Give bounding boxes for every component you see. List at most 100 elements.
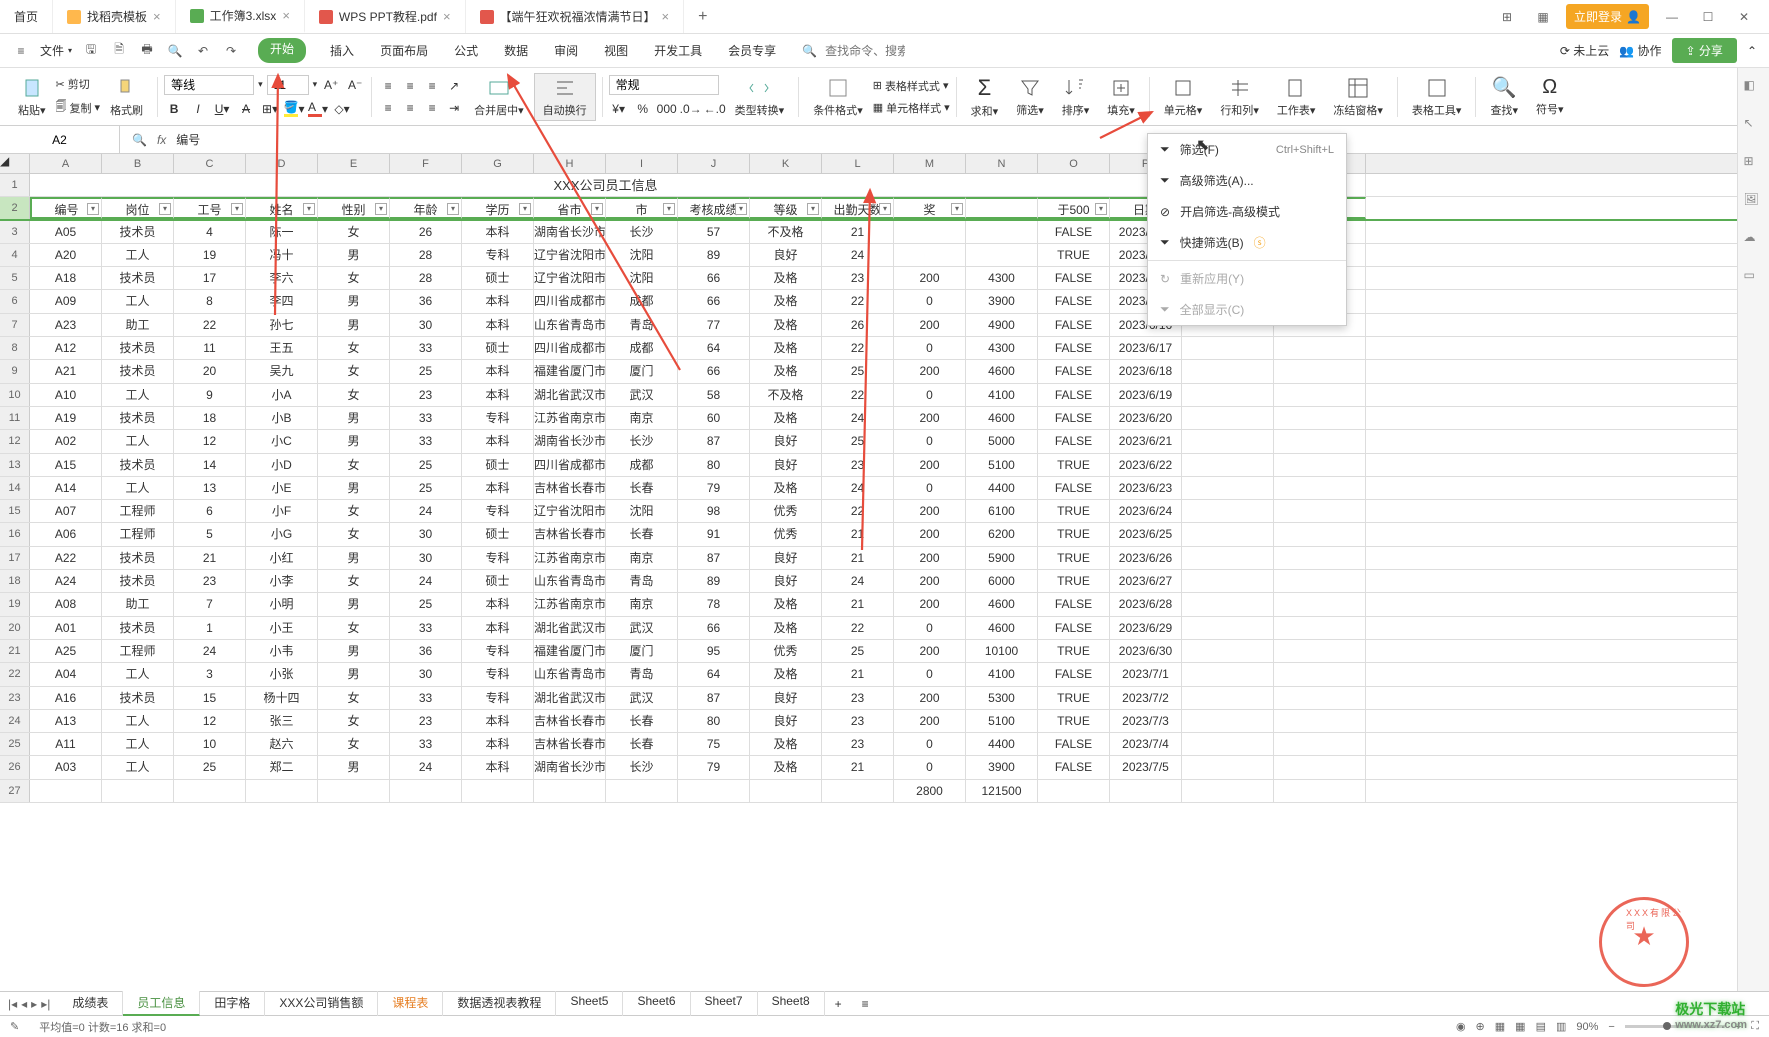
undo-icon[interactable]: ↶	[194, 42, 212, 60]
header-cell[interactable]: 省市▾	[534, 197, 606, 218]
cell[interactable]	[894, 244, 966, 266]
row-header[interactable]: 6	[0, 290, 30, 312]
filter-button[interactable]: ▾	[879, 203, 891, 215]
cell[interactable]: 2023/7/1	[1110, 663, 1182, 685]
cell[interactable]: 女	[318, 570, 390, 592]
filter-button[interactable]: ▾	[735, 203, 747, 215]
row-header[interactable]: 19	[0, 593, 30, 615]
sidebar-more-icon[interactable]: ▭	[1744, 268, 1764, 288]
cell[interactable]: A06	[30, 523, 102, 545]
cell[interactable]: 吉林省长春市	[534, 523, 606, 545]
login-button[interactable]: 立即登录👤	[1566, 4, 1649, 29]
cell[interactable]: 66	[678, 617, 750, 639]
cell[interactable]: FALSE	[1038, 663, 1110, 685]
cell[interactable]: 0	[894, 337, 966, 359]
row-header[interactable]: 5	[0, 267, 30, 289]
cell[interactable]: 6200	[966, 523, 1038, 545]
cell[interactable]: 男	[318, 430, 390, 452]
clear-format[interactable]: ◇▾	[332, 99, 352, 119]
cell[interactable]: 专科	[462, 687, 534, 709]
grid-icon[interactable]: ⊞	[1494, 10, 1520, 24]
cell[interactable]: 4300	[966, 337, 1038, 359]
cell[interactable]: 本科	[462, 756, 534, 778]
cell[interactable]: 87	[678, 430, 750, 452]
cell[interactable]: 成都	[606, 290, 678, 312]
cell[interactable]: A03	[30, 756, 102, 778]
cell[interactable]: 25	[390, 593, 462, 615]
cell[interactable]	[534, 780, 606, 802]
cell[interactable]: 26	[822, 314, 894, 336]
cell[interactable]: 26	[390, 221, 462, 243]
cell[interactable]: 长沙	[606, 221, 678, 243]
cell[interactable]: 200	[894, 593, 966, 615]
col-header[interactable]: L	[822, 154, 894, 173]
size-select[interactable]	[267, 75, 309, 95]
cell[interactable]: 技术员	[102, 337, 174, 359]
tab-formula[interactable]: 公式	[452, 38, 480, 63]
percent[interactable]: %	[633, 99, 653, 119]
cell[interactable]: 小G	[246, 523, 318, 545]
tab-view[interactable]: 视图	[602, 38, 630, 63]
cell[interactable]: 四川省成都市	[534, 337, 606, 359]
cell[interactable]: 60	[678, 407, 750, 429]
cell[interactable]	[678, 780, 750, 802]
cell[interactable]: FALSE	[1038, 314, 1110, 336]
cell[interactable]: 南京	[606, 547, 678, 569]
row-header[interactable]: 26	[0, 756, 30, 778]
cell[interactable]: 长沙	[606, 430, 678, 452]
cell[interactable]: 13	[174, 477, 246, 499]
cell[interactable]: 2023/7/3	[1110, 710, 1182, 732]
type-convert[interactable]: 类型转换▾	[727, 74, 793, 120]
cell[interactable]: 青岛	[606, 663, 678, 685]
col-header[interactable]: D	[246, 154, 318, 173]
cell[interactable]: 助工	[102, 593, 174, 615]
cell[interactable]: 10100	[966, 640, 1038, 662]
cell[interactable]: 0	[894, 663, 966, 685]
cell[interactable]: 91	[678, 523, 750, 545]
cell[interactable]: 男	[318, 477, 390, 499]
cell[interactable]: 4900	[966, 314, 1038, 336]
row-header[interactable]: 15	[0, 500, 30, 522]
cell[interactable]: 女	[318, 500, 390, 522]
cell[interactable]: 专科	[462, 500, 534, 522]
cell[interactable]: 江苏省南京市	[534, 593, 606, 615]
cell[interactable]: 64	[678, 337, 750, 359]
cell[interactable]: 24	[390, 570, 462, 592]
cell[interactable]: 专科	[462, 547, 534, 569]
tab-ppt[interactable]: WPS PPT教程.pdf×	[305, 0, 466, 33]
cell[interactable]: FALSE	[1038, 360, 1110, 382]
row-header[interactable]: 16	[0, 523, 30, 545]
cell[interactable]: 2023/6/27	[1110, 570, 1182, 592]
cell[interactable]: FALSE	[1038, 477, 1110, 499]
table-tool[interactable]: 表格工具▾	[1404, 74, 1470, 120]
cell[interactable]: A11	[30, 733, 102, 755]
col-header[interactable]: J	[678, 154, 750, 173]
comma[interactable]: 000	[657, 99, 677, 119]
cell[interactable]: 长春	[606, 523, 678, 545]
cell[interactable]: 14	[174, 454, 246, 476]
cell[interactable]: 33	[390, 337, 462, 359]
cell[interactable]: 福建省厦门市	[534, 360, 606, 382]
cell[interactable]: 沈阳	[606, 267, 678, 289]
underline[interactable]: U▾	[212, 99, 232, 119]
cell[interactable]: 58	[678, 384, 750, 406]
cell[interactable]: 25	[822, 640, 894, 662]
col-header[interactable]: N	[966, 154, 1038, 173]
cell[interactable]	[1038, 780, 1110, 802]
cell[interactable]: 22	[822, 617, 894, 639]
cell[interactable]: FALSE	[1038, 430, 1110, 452]
cell[interactable]: 湖北省武汉市	[534, 687, 606, 709]
cell[interactable]: 女	[318, 337, 390, 359]
name-box[interactable]	[0, 126, 120, 153]
cell[interactable]: 工人	[102, 477, 174, 499]
currency[interactable]: ¥▾	[609, 99, 629, 119]
cell[interactable]: 及格	[750, 756, 822, 778]
cell[interactable]: 2023/6/21	[1110, 430, 1182, 452]
cell[interactable]: 25	[390, 454, 462, 476]
cell[interactable]	[966, 244, 1038, 266]
formula-content[interactable]: 编号	[176, 131, 200, 148]
tab-add[interactable]: +	[684, 8, 721, 26]
row-header[interactable]: 21	[0, 640, 30, 662]
cell[interactable]: 23	[174, 570, 246, 592]
cell[interactable]: 及格	[750, 337, 822, 359]
